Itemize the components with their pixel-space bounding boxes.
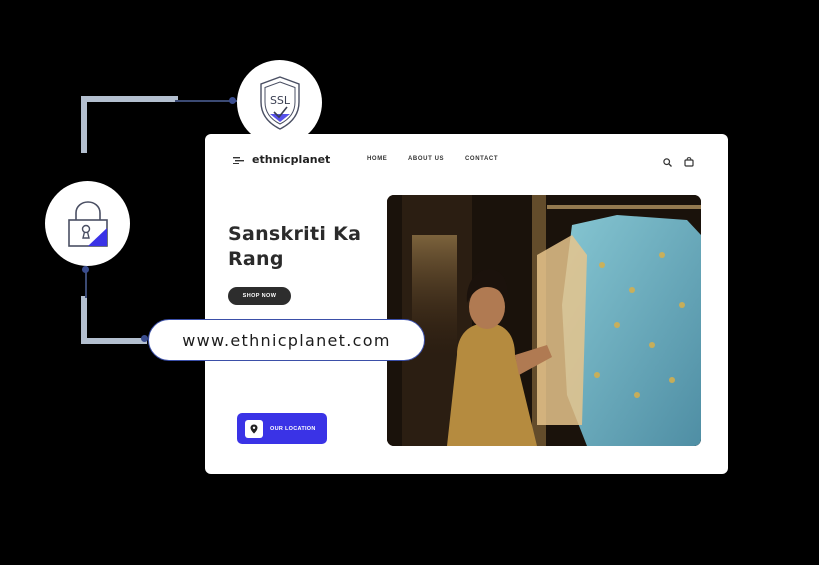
url-text: www.ethnicplanet.com xyxy=(182,330,391,350)
nav-contact[interactable]: CONTACT xyxy=(465,156,498,162)
nav-home[interactable]: HOME xyxy=(367,156,387,162)
website-card: ethnicplanet HOME ABOUT US CONTACT Sansk… xyxy=(205,134,728,474)
shield-check-icon: SSL xyxy=(259,75,300,130)
ssl-label: SSL xyxy=(269,94,290,107)
ssl-badge: SSL xyxy=(237,60,322,145)
url-bar[interactable]: www.ethnicplanet.com xyxy=(148,319,425,361)
hero-title: Sanskriti Ka Rang xyxy=(228,223,362,270)
cart-icon[interactable] xyxy=(684,157,694,167)
connector-top xyxy=(81,96,178,102)
shop-now-button[interactable]: SHOP NOW xyxy=(228,287,291,305)
connector-line-top xyxy=(175,100,237,102)
hero-image xyxy=(387,195,701,446)
site-navbar: ethnicplanet HOME ABOUT US CONTACT xyxy=(205,134,728,184)
nav-about[interactable]: ABOUT US xyxy=(408,156,444,162)
lock-badge xyxy=(45,181,130,266)
site-brand[interactable]: ethnicplanet xyxy=(233,153,330,166)
connector-bottom xyxy=(81,338,147,344)
connector-dot xyxy=(82,266,89,273)
connector-left-upper xyxy=(81,96,87,153)
connector-dot xyxy=(229,97,236,104)
connector-left-lower xyxy=(81,296,87,344)
our-location-label: OUR LOCATION xyxy=(270,425,316,432)
connector-dot xyxy=(141,335,148,342)
padlock-icon xyxy=(67,200,108,247)
our-location-button[interactable]: OUR LOCATION xyxy=(237,413,327,444)
search-icon[interactable] xyxy=(663,158,672,167)
brand-name: ethnicplanet xyxy=(252,153,331,166)
location-pin-icon xyxy=(245,419,263,438)
menu-icon[interactable] xyxy=(233,156,244,164)
